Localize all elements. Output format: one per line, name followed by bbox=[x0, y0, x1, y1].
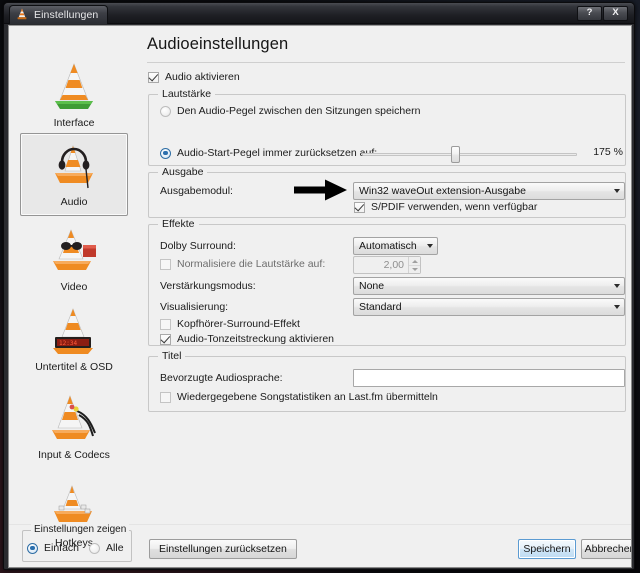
timestretch-label: Audio-Tonzeitstreckung aktivieren bbox=[177, 333, 334, 345]
preferred-audio-language-input[interactable] bbox=[353, 369, 625, 387]
remember-volume-label: Den Audio-Pegel zwischen den Sitzungen s… bbox=[177, 105, 421, 117]
normalize-volume-label: Normalisiere die Lautstärke auf: bbox=[177, 258, 326, 270]
headphone-surround-label: Kopfhörer-Surround-Effekt bbox=[177, 318, 300, 330]
show-settings-all-radio[interactable]: Alle bbox=[89, 542, 124, 554]
checkbox-indicator bbox=[160, 318, 171, 330]
visualization-combobox[interactable]: Standard bbox=[353, 298, 625, 316]
normalize-volume-checkbox[interactable]: Normalisiere die Lautstärke auf: bbox=[160, 258, 325, 270]
slider-handle[interactable] bbox=[451, 146, 460, 163]
chevron-down-icon[interactable] bbox=[609, 299, 624, 315]
page-title: Audioeinstellungen bbox=[147, 35, 289, 53]
effects-group-label: Effekte bbox=[158, 218, 199, 230]
gain-mode-label: Verstärkungsmodus: bbox=[160, 280, 256, 292]
output-module-value: Win32 waveOut extension-Ausgabe bbox=[359, 185, 526, 197]
settings-category-sidebar: Interface Audio Video 12:34 Untertitel &… bbox=[9, 26, 137, 549]
window-tab[interactable]: Einstellungen bbox=[9, 4, 109, 24]
enable-audio-checkbox[interactable]: Audio aktivieren bbox=[148, 71, 240, 83]
spdif-checkbox[interactable]: S/PDIF verwenden, wenn verfügbar bbox=[354, 201, 537, 213]
output-module-label: Ausgabemodul: bbox=[160, 185, 233, 197]
window-titlebar[interactable]: Einstellungen ? X bbox=[4, 3, 634, 24]
always-reset-volume-radio[interactable]: Audio-Start-Pegel immer zurücksetzen auf… bbox=[160, 147, 377, 159]
headphone-surround-checkbox[interactable]: Kopfhörer-Surround-Effekt bbox=[160, 318, 300, 330]
save-button[interactable]: Speichern bbox=[518, 539, 576, 559]
radio-indicator bbox=[27, 542, 38, 554]
normalize-volume-value: 2,00 bbox=[383, 259, 404, 271]
stepper-down-icon[interactable] bbox=[409, 265, 420, 273]
vlc-subtitles-icon: 12:34 bbox=[47, 305, 101, 357]
stepper-buttons[interactable] bbox=[408, 257, 420, 273]
slider-track bbox=[362, 153, 577, 156]
audio-settings-pane: Audioeinstellungen Audio aktivieren Laut… bbox=[138, 26, 631, 524]
sidebar-item-audio[interactable]: Audio bbox=[20, 133, 128, 216]
checkbox-indicator bbox=[148, 71, 159, 83]
checkbox-indicator bbox=[354, 201, 365, 213]
vlc-cone-icon bbox=[47, 61, 101, 113]
gain-mode-value: None bbox=[359, 280, 385, 292]
help-button[interactable]: ? bbox=[577, 5, 602, 21]
visualization-label: Visualisierung: bbox=[160, 301, 229, 313]
sidebar-item-input-codecs[interactable]: Input & Codecs bbox=[20, 386, 128, 472]
show-settings-row: Einfach Alle bbox=[27, 542, 124, 554]
sidebar-item-label: Interface bbox=[53, 117, 95, 129]
sidebar-item-video[interactable]: Video bbox=[20, 218, 128, 298]
lastfm-submit-checkbox[interactable]: Wiedergegebene Songstatistiken an Last.f… bbox=[160, 391, 438, 403]
chevron-down-icon[interactable] bbox=[609, 278, 624, 294]
sidebar-item-interface[interactable]: Interface bbox=[20, 54, 128, 132]
sidebar-item-label: Audio bbox=[60, 196, 88, 208]
remember-volume-radio[interactable]: Den Audio-Pegel zwischen den Sitzungen s… bbox=[160, 105, 420, 117]
show-settings-simple-label: Einfach bbox=[44, 542, 80, 554]
always-reset-volume-label: Audio-Start-Pegel immer zurücksetzen auf… bbox=[177, 147, 378, 159]
preferred-audio-language-label: Bevorzugte Audiosprache: bbox=[160, 372, 283, 384]
sidebar-item-label: Input & Codecs bbox=[38, 449, 110, 461]
stepper-up-icon[interactable] bbox=[409, 257, 420, 266]
sidebar-item-label: Video bbox=[60, 281, 88, 293]
default-volume-slider[interactable] bbox=[362, 145, 577, 163]
output-module-combobox[interactable]: Win32 waveOut extension-Ausgabe bbox=[353, 182, 625, 200]
chevron-down-icon[interactable] bbox=[609, 183, 624, 199]
dolby-surround-combobox[interactable]: Automatisch bbox=[353, 237, 438, 255]
titlebar-buttons: ? X bbox=[577, 5, 628, 21]
close-button[interactable]: X bbox=[603, 5, 628, 21]
checkbox-indicator bbox=[160, 391, 171, 403]
vlc-video-glasses-icon bbox=[47, 225, 101, 277]
sidebar-item-label: Untertitel & OSD bbox=[35, 361, 113, 373]
show-settings-group-label: Einstellungen zeigen bbox=[31, 524, 130, 535]
radio-indicator bbox=[160, 147, 171, 159]
volume-value-label: 175 % bbox=[593, 146, 623, 158]
normalize-volume-stepper[interactable]: 2,00 bbox=[353, 256, 421, 274]
checkbox-indicator bbox=[160, 258, 171, 270]
radio-indicator bbox=[89, 542, 101, 554]
enable-audio-label: Audio aktivieren bbox=[165, 71, 240, 83]
radio-indicator bbox=[160, 105, 171, 117]
show-settings-all-label: Alle bbox=[106, 542, 124, 554]
timestretch-checkbox[interactable]: Audio-Tonzeitstreckung aktivieren bbox=[160, 333, 334, 345]
title-divider bbox=[147, 62, 625, 63]
vlc-cone-icon bbox=[16, 8, 28, 21]
sidebar-item-subtitles-osd[interactable]: 12:34 Untertitel & OSD bbox=[20, 298, 128, 384]
reset-settings-button[interactable]: Einstellungen zurücksetzen bbox=[149, 539, 297, 559]
track-group-label: Titel bbox=[158, 350, 186, 362]
gain-mode-combobox[interactable]: None bbox=[353, 277, 625, 295]
vlc-cables-icon bbox=[47, 393, 101, 445]
spdif-label: S/PDIF verwenden, wenn verfügbar bbox=[371, 201, 538, 213]
dialog-client-area: Interface Audio Video 12:34 Untertitel &… bbox=[8, 25, 632, 568]
window-title: Einstellungen bbox=[34, 8, 99, 21]
visualization-value: Standard bbox=[359, 301, 402, 313]
settings-window: Einstellungen ? X Interface Audio Video … bbox=[3, 2, 635, 570]
vlc-headphones-icon bbox=[47, 140, 101, 192]
show-settings-groupbox: Einstellungen zeigen Einfach Alle bbox=[22, 524, 132, 562]
volume-group-label: Lautstärke bbox=[158, 88, 216, 100]
cancel-button[interactable]: Abbrechen bbox=[581, 539, 631, 559]
dolby-surround-label: Dolby Surround: bbox=[160, 240, 236, 252]
output-group-label: Ausgabe bbox=[158, 166, 208, 178]
svg-text:12:34: 12:34 bbox=[59, 340, 77, 347]
chevron-down-icon[interactable] bbox=[422, 238, 437, 254]
checkbox-indicator bbox=[160, 333, 171, 345]
lastfm-submit-label: Wiedergegebene Songstatistiken an Last.f… bbox=[177, 391, 438, 403]
show-settings-simple-radio[interactable]: Einfach bbox=[27, 542, 79, 554]
dolby-surround-value: Automatisch bbox=[359, 240, 417, 252]
